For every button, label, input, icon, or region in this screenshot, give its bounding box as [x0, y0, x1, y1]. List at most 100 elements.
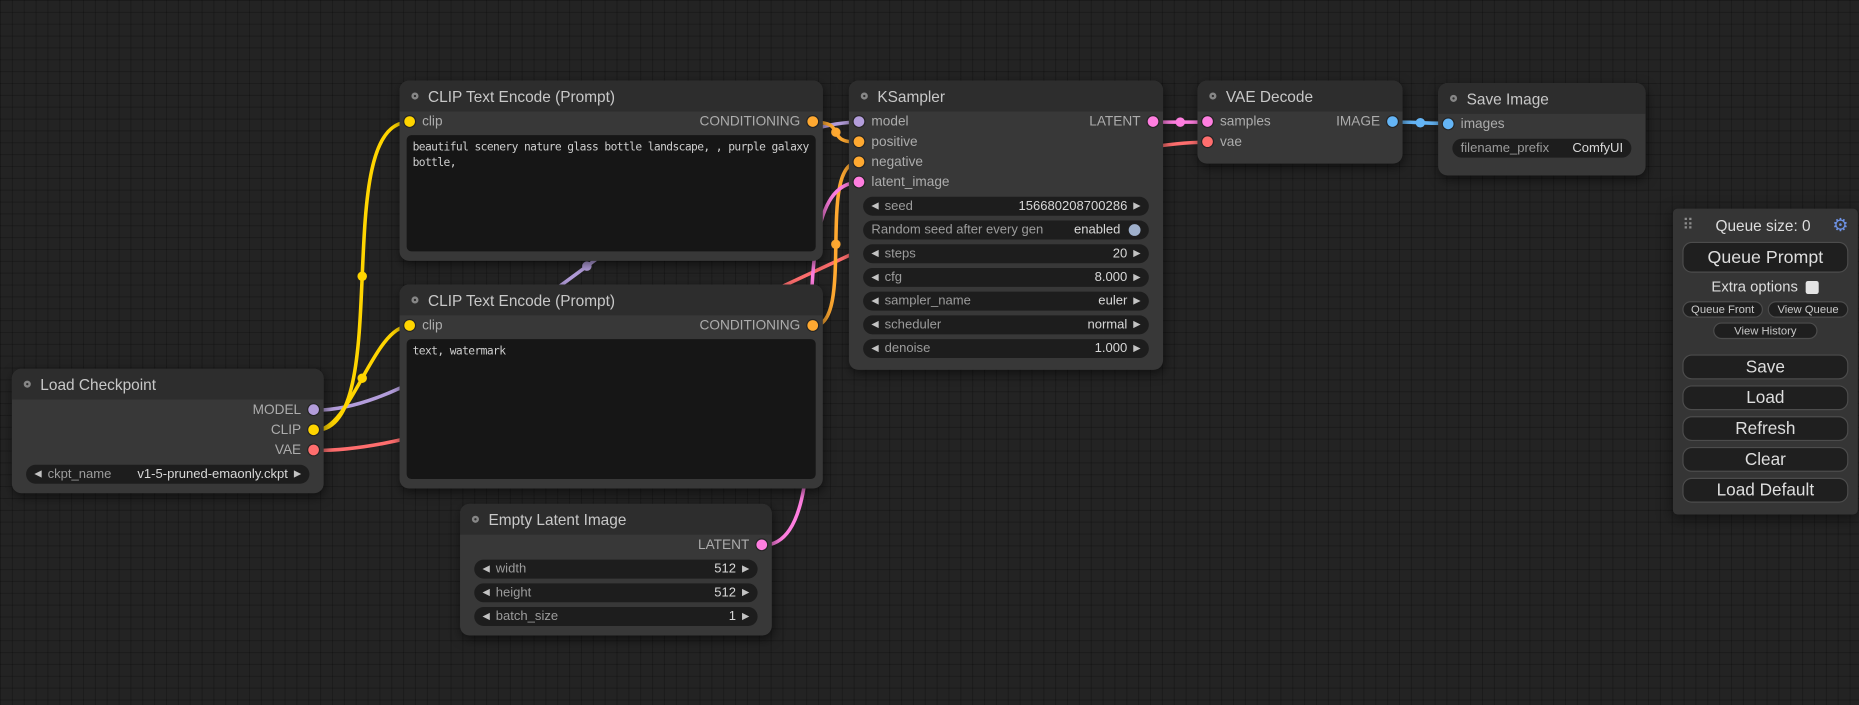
- node-title-bar[interactable]: Empty Latent Image: [460, 504, 772, 535]
- extra-options-checkbox[interactable]: [1806, 280, 1819, 293]
- decrement-arrow-icon[interactable]: ◀: [483, 588, 490, 597]
- node-title-bar[interactable]: VAE Decode: [1197, 81, 1402, 112]
- refresh-button[interactable]: Refresh: [1682, 416, 1848, 441]
- node-empty-latent-image[interactable]: Empty Latent Image LATENT ◀ width 512 ▶ …: [460, 504, 772, 636]
- input-slot-model[interactable]: model: [849, 111, 909, 131]
- widget-sampler-name[interactable]: ◀ sampler_name euler ▶: [863, 292, 1149, 311]
- menu-drag-handle-icon[interactable]: ⠿: [1682, 216, 1693, 235]
- conditioning-output-dot[interactable]: [807, 320, 818, 331]
- toggle-knob[interactable]: [1129, 224, 1141, 236]
- widget-control-after-generate[interactable]: Random seed after every gen enabled: [863, 221, 1149, 240]
- decrement-arrow-icon[interactable]: ◀: [871, 273, 878, 282]
- latent-output-dot[interactable]: [1148, 116, 1159, 127]
- input-slot-clip[interactable]: clip: [400, 111, 443, 131]
- latent-output-dot[interactable]: [756, 539, 767, 550]
- widget-seed[interactable]: ◀ seed 156680208700286 ▶: [863, 197, 1149, 216]
- model-input-dot[interactable]: [854, 116, 865, 127]
- input-slot-samples[interactable]: samples: [1197, 111, 1270, 131]
- model-output-dot[interactable]: [308, 404, 319, 415]
- increment-arrow-icon[interactable]: ▶: [1133, 273, 1140, 282]
- negative-prompt-textarea[interactable]: text, watermark: [407, 339, 816, 479]
- save-button[interactable]: Save: [1682, 354, 1848, 379]
- widget-batch-size[interactable]: ◀ batch_size 1 ▶: [474, 607, 757, 626]
- decrement-arrow-icon[interactable]: ◀: [483, 612, 490, 621]
- output-slot-clip[interactable]: CLIP: [271, 420, 324, 440]
- input-slot-images[interactable]: images: [1438, 114, 1504, 134]
- link-midpoint-dot[interactable]: [357, 373, 366, 382]
- clip-input-dot[interactable]: [404, 320, 415, 331]
- increment-arrow-icon[interactable]: ▶: [1133, 202, 1140, 211]
- decrement-arrow-icon[interactable]: ◀: [871, 296, 878, 305]
- link-midpoint-dot[interactable]: [1416, 118, 1425, 127]
- output-slot-latent[interactable]: LATENT: [698, 535, 772, 555]
- node-clip-text-encode-positive[interactable]: CLIP Text Encode (Prompt) clip CONDITION…: [400, 81, 823, 261]
- output-slot-image[interactable]: IMAGE: [1336, 111, 1402, 131]
- link-midpoint-dot[interactable]: [1176, 117, 1185, 126]
- node-title-bar[interactable]: Load Checkpoint: [12, 369, 324, 400]
- output-slot-vae[interactable]: VAE: [275, 440, 324, 460]
- widget-ckpt-name[interactable]: ◀ ckpt_name v1-5-pruned-emaonly.ckpt ▶: [26, 465, 309, 484]
- conditioning-input-dot[interactable]: [854, 136, 865, 147]
- increment-arrow-icon[interactable]: ▶: [1133, 344, 1140, 353]
- input-slot-negative[interactable]: negative: [849, 152, 923, 172]
- output-slot-conditioning[interactable]: CONDITIONING: [700, 111, 823, 131]
- output-slot-latent[interactable]: LATENT: [1089, 111, 1163, 131]
- clear-button[interactable]: Clear: [1682, 447, 1848, 472]
- load-button[interactable]: Load: [1682, 385, 1848, 410]
- widget-width[interactable]: ◀ width 512 ▶: [474, 560, 757, 579]
- widget-height[interactable]: ◀ height 512 ▶: [474, 583, 757, 602]
- node-load-checkpoint[interactable]: Load Checkpoint MODEL CLIP VAE ◀ ckpt_na…: [12, 369, 324, 493]
- increment-arrow-icon[interactable]: ▶: [1133, 320, 1140, 329]
- increment-arrow-icon[interactable]: ▶: [742, 612, 749, 621]
- decrement-arrow-icon[interactable]: ◀: [34, 469, 41, 478]
- clip-output-dot[interactable]: [308, 424, 319, 435]
- increment-arrow-icon[interactable]: ▶: [742, 564, 749, 573]
- node-title-bar[interactable]: Save Image: [1438, 83, 1645, 114]
- decrement-arrow-icon[interactable]: ◀: [871, 320, 878, 329]
- conditioning-input-dot[interactable]: [854, 156, 865, 167]
- clip-input-dot[interactable]: [404, 116, 415, 127]
- link-midpoint-dot[interactable]: [831, 239, 840, 248]
- node-title-bar[interactable]: CLIP Text Encode (Prompt): [400, 285, 823, 316]
- view-queue-button[interactable]: View Queue: [1768, 301, 1849, 318]
- view-history-button[interactable]: View History: [1713, 322, 1817, 339]
- widget-cfg[interactable]: ◀ cfg 8.000 ▶: [863, 268, 1149, 287]
- load-default-button[interactable]: Load Default: [1682, 478, 1848, 503]
- latent-input-dot[interactable]: [854, 177, 865, 188]
- queue-prompt-button[interactable]: Queue Prompt: [1682, 242, 1848, 273]
- graph-canvas[interactable]: Load Checkpoint MODEL CLIP VAE ◀ ckpt_na…: [0, 0, 1859, 705]
- link-midpoint-dot[interactable]: [357, 272, 366, 281]
- output-slot-model[interactable]: MODEL: [253, 400, 324, 420]
- input-slot-latent-image[interactable]: latent_image: [849, 172, 950, 192]
- image-input-dot[interactable]: [1443, 119, 1454, 130]
- queue-front-button[interactable]: Queue Front: [1682, 301, 1763, 318]
- increment-arrow-icon[interactable]: ▶: [742, 588, 749, 597]
- widget-filename-prefix[interactable]: filename_prefix ComfyUI: [1452, 139, 1631, 158]
- vae-output-dot[interactable]: [308, 445, 319, 456]
- decrement-arrow-icon[interactable]: ◀: [871, 249, 878, 258]
- conditioning-output-dot[interactable]: [807, 116, 818, 127]
- image-output-dot[interactable]: [1387, 116, 1398, 127]
- node-save-image[interactable]: Save Image images filename_prefix ComfyU…: [1438, 83, 1645, 175]
- increment-arrow-icon[interactable]: ▶: [1133, 296, 1140, 305]
- increment-arrow-icon[interactable]: ▶: [1133, 249, 1140, 258]
- node-vae-decode[interactable]: VAE Decode samples IMAGE vae: [1197, 81, 1402, 164]
- widget-steps[interactable]: ◀ steps 20 ▶: [863, 244, 1149, 263]
- increment-arrow-icon[interactable]: ▶: [294, 469, 301, 478]
- input-slot-positive[interactable]: positive: [849, 132, 918, 152]
- node-title-bar[interactable]: CLIP Text Encode (Prompt): [400, 81, 823, 112]
- node-title-bar[interactable]: KSampler: [849, 81, 1163, 112]
- decrement-arrow-icon[interactable]: ◀: [483, 564, 490, 573]
- vae-input-dot[interactable]: [1202, 136, 1213, 147]
- decrement-arrow-icon[interactable]: ◀: [871, 344, 878, 353]
- link-midpoint-dot[interactable]: [582, 261, 591, 270]
- input-slot-clip[interactable]: clip: [400, 315, 443, 335]
- node-ksampler[interactable]: KSampler model LATENT positive negative …: [849, 81, 1163, 370]
- widget-scheduler[interactable]: ◀ scheduler normal ▶: [863, 315, 1149, 334]
- positive-prompt-textarea[interactable]: beautiful scenery nature glass bottle la…: [407, 135, 816, 251]
- widget-denoise[interactable]: ◀ denoise 1.000 ▶: [863, 339, 1149, 358]
- decrement-arrow-icon[interactable]: ◀: [871, 202, 878, 211]
- node-clip-text-encode-negative[interactable]: CLIP Text Encode (Prompt) clip CONDITION…: [400, 285, 823, 489]
- settings-gear-icon[interactable]: ⚙: [1832, 216, 1848, 234]
- latent-input-dot[interactable]: [1202, 116, 1213, 127]
